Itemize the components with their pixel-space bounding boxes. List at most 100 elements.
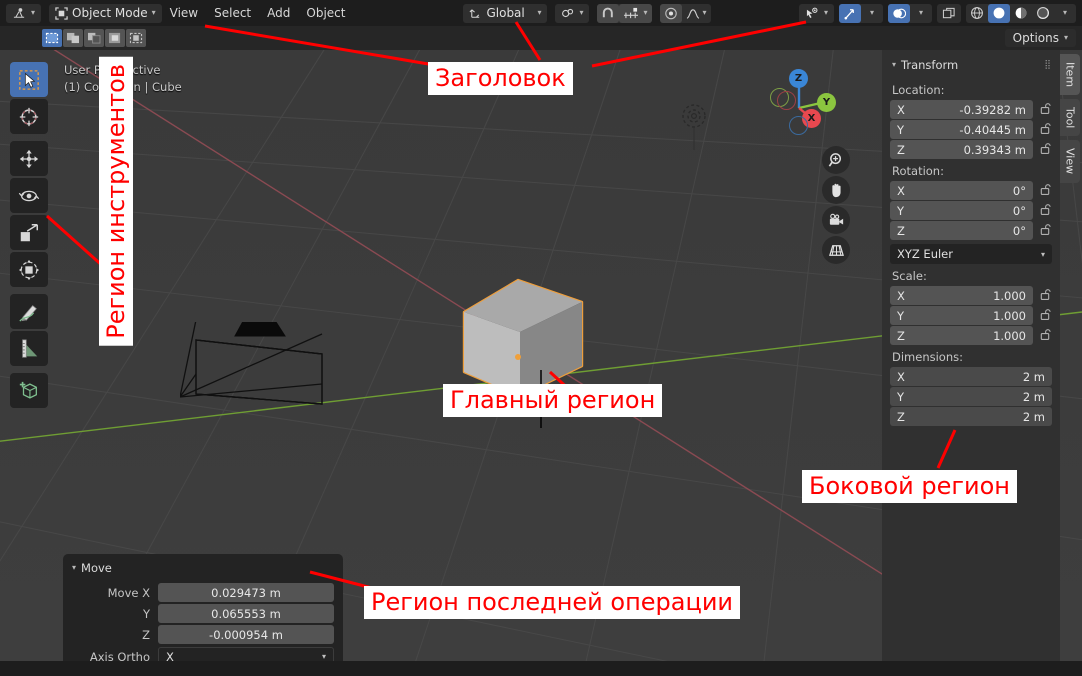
options-button[interactable]: Options ▾ [1004,29,1076,47]
xray-toggle[interactable] [937,3,961,23]
falloff-selector[interactable]: ▾ [682,4,711,23]
editor-type-button[interactable]: ▾ [6,3,42,23]
select-set-button[interactable] [42,29,62,47]
menu-object[interactable]: Object [298,6,353,20]
dimensions-field-y[interactable]: Y 2 m [890,387,1052,406]
lock-icon[interactable] [1039,181,1052,200]
location-field-x[interactable]: X -0.39282 m [890,100,1033,119]
shading-dropdown[interactable]: ▾ [1054,4,1076,23]
gizmo-axis-y[interactable]: Y [817,93,836,112]
shading-solid[interactable] [988,3,1010,23]
dimensions-value-x: 2 m [1022,369,1045,384]
shading-group: ▾ [966,3,1076,23]
dimensions-field-x[interactable]: X 2 m [890,367,1052,386]
lock-icon[interactable] [1039,221,1052,240]
chevron-down-icon: ▾ [537,8,542,17]
dimensions-field-z[interactable]: Z 2 m [890,407,1052,426]
operator-field-move-z[interactable]: -0.000954 m [158,625,334,644]
shading-wireframe[interactable] [966,4,988,23]
transform-panel-header[interactable]: ▾ Transform ⣿ [890,56,1052,78]
shading-material[interactable] [1010,4,1032,23]
lock-icon[interactable] [1039,100,1052,119]
operator-field-move-y[interactable]: 0.065553 m [158,604,334,623]
lock-icon[interactable] [1039,120,1052,139]
camera-object[interactable] [180,322,360,432]
lock-icon[interactable] [1039,140,1052,159]
proportional-editing-toggle[interactable] [659,3,682,23]
gizmo-dropdown[interactable]: ▾ [861,4,883,23]
last-operator-panel[interactable]: ▾ Move Move X 0.029473 m Y 0.065553 m Z … [63,554,343,661]
overlays-toggle[interactable] [888,3,910,23]
shading-rendered[interactable] [1032,4,1054,23]
scale-value-y: 1.000 [993,308,1026,323]
dimensions-axis-x: X [897,369,905,384]
select-extend-button[interactable] [63,29,83,47]
navigation-gizmo[interactable]: Z Y X [767,60,839,135]
lock-icon[interactable] [1039,326,1052,345]
point-light-object[interactable] [672,94,718,152]
operator-panel-header[interactable]: ▾ Move [72,561,334,575]
select-invert-button[interactable] [105,29,125,47]
gizmo-axis-neg-z[interactable] [789,116,808,135]
rotate-tool[interactable] [10,178,48,213]
operator-label-move-y: Y [142,606,150,621]
scale-icon [20,223,38,241]
dimensions-axis-y: Y [897,389,905,404]
snap-mode-selector[interactable]: ▾ [619,3,652,23]
measure-tool[interactable] [10,331,48,366]
zoom-button[interactable] [822,146,850,174]
location-value-z: 0.39343 m [963,142,1026,157]
scale-field-x[interactable]: X 1.000 [890,286,1033,305]
operator-label-move-z: Z [142,627,150,642]
select-subtract-icon [88,32,101,44]
gizmo-toggle[interactable] [839,3,861,23]
transform-orientation-selector[interactable]: Global ▾ [463,3,548,23]
menu-add[interactable]: Add [259,6,298,20]
select-invert-icon [109,32,121,44]
dimensions-row-y: Y 2 m [890,387,1052,406]
overlays-dropdown[interactable]: ▾ [910,4,932,23]
gizmo-axis-neg-x[interactable] [777,91,796,110]
mode-selector[interactable]: Object Mode ▾ [49,3,162,23]
lock-icon[interactable] [1039,201,1052,220]
operator-field-move-x[interactable]: 0.029473 m [158,583,334,602]
sidebar-tab-item[interactable]: Item [1060,54,1080,96]
scale-field-y[interactable]: Y 1.000 [890,306,1033,325]
sidebar-tab-tool[interactable]: Tool [1060,99,1080,137]
toggle-perspective-button[interactable] [822,236,850,264]
pivot-point-selector[interactable]: ▾ [555,3,590,23]
add-cube-tool[interactable] [10,373,48,408]
scale-field-z[interactable]: Z 1.000 [890,326,1033,345]
rotation-value-z: 0° [1012,223,1026,238]
select-subtract-button[interactable] [84,29,104,47]
pan-button[interactable] [822,176,850,204]
lock-icon[interactable] [1039,306,1052,325]
drag-handle-icon[interactable]: ⣿ [1044,60,1052,70]
tweak-select-box-tool[interactable] [10,62,48,97]
menu-select[interactable]: Select [206,6,259,20]
transform-tool[interactable] [10,252,48,287]
menu-view[interactable]: View [162,6,206,20]
sidebar-region[interactable]: ▾ Transform ⣿ Location: X -0.39282 m Y -… [882,50,1060,661]
location-field-z[interactable]: Z 0.39343 m [890,140,1033,159]
rotation-mode-dropdown[interactable]: XYZ Euler ▾ [890,244,1052,264]
move-tool[interactable] [10,141,48,176]
camera-view-button[interactable] [822,206,850,234]
annotate-tool[interactable] [10,294,48,329]
rotation-field-y[interactable]: Y 0° [890,201,1033,220]
magnet-toggle[interactable] [597,3,620,23]
gizmo-axis-z[interactable]: Z [789,69,808,88]
select-intersect-button[interactable] [126,29,146,47]
scale-axis-z: Z [897,328,905,343]
cursor-tool[interactable] [10,99,48,134]
object-visibility-selector[interactable]: ▾ [798,3,834,23]
rotation-field-x[interactable]: X 0° [890,181,1033,200]
rotation-field-z[interactable]: Z 0° [890,221,1033,240]
scale-row-x: X 1.000 [890,286,1052,305]
chevron-down-icon: ▾ [1063,33,1068,42]
sidebar-tab-view[interactable]: View [1060,140,1080,183]
location-field-y[interactable]: Y -0.40445 m [890,120,1033,139]
axis-ortho-dropdown[interactable]: X ▾ [158,647,334,661]
scale-tool[interactable] [10,215,48,250]
lock-icon[interactable] [1039,286,1052,305]
